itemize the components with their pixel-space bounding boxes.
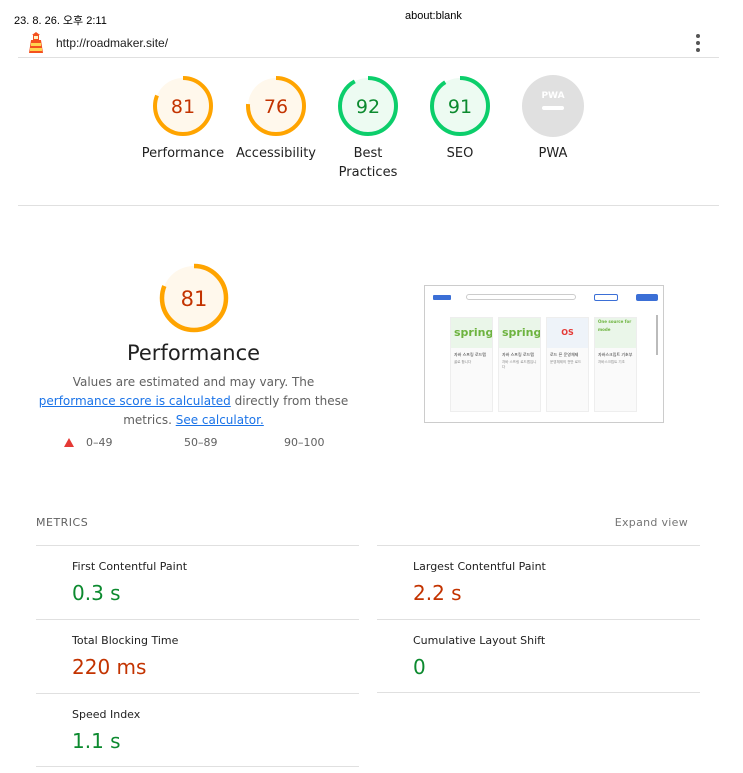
metric-total-blocking-time: Total Blocking Time 220 ms [36, 619, 359, 693]
metric-name: Cumulative Layout Shift [413, 634, 546, 647]
metric-value: 220 ms [72, 655, 147, 679]
card-title: 자바 스프링 로드맵 [454, 352, 486, 357]
metric-name: First Contentful Paint [72, 560, 188, 573]
kebab-menu-icon[interactable] [695, 34, 701, 52]
metric-divider [36, 766, 359, 767]
screenshot-card: spring 자바 스프링 로드맵 골로 합니다 [450, 317, 493, 412]
screenshot-content: spring 자바 스프링 로드맵 골로 합니다 spring 자바 스프링 로… [430, 289, 658, 422]
screenshot-scrollbar [656, 315, 658, 355]
gauge-score: 81 [171, 96, 195, 118]
card-sub: 자바 스프링 로드맵입니다 [502, 360, 537, 369]
see-calculator-link[interactable]: See calculator. [176, 413, 264, 427]
gauge-best-practices[interactable]: 92 Best Practices [320, 75, 416, 182]
metric-value: 0.3 s [72, 581, 121, 605]
performance-description: Values are estimated and may vary. The p… [36, 373, 351, 430]
gauge-ring: 92 [338, 76, 398, 136]
card-title: 로드 픈 운영체제 [550, 352, 579, 357]
lighthouse-icon [29, 32, 43, 53]
gauge-ring: 76 [246, 76, 306, 136]
print-title: about:blank [405, 10, 462, 22]
metric-cumulative-layout-shift: Cumulative Layout Shift 0 [377, 619, 700, 693]
performance-gauge: 81 [159, 263, 228, 333]
gauge-label: PWA [538, 146, 568, 161]
gauge-score: 92 [356, 96, 380, 118]
legend-pass-range: 90–100 [284, 436, 325, 449]
category-gauges: 81 Performance 76 Accessibility 92 Best … [130, 75, 610, 195]
card-image: One source for mode [595, 318, 636, 348]
metric-first-contentful-paint: First Contentful Paint 0.3 s [36, 545, 359, 619]
card-image: spring [499, 318, 540, 348]
performance-summary: 81 Performance Values are estimated and … [36, 263, 351, 430]
report-url[interactable]: http://roadmaker.site/ [56, 36, 168, 50]
performance-title: Performance [126, 341, 261, 365]
gauge-score: 91 [448, 96, 472, 118]
site-signup-button [636, 294, 658, 301]
metric-value: 2.2 s [413, 581, 462, 605]
screenshot-card: OS 로드 픈 운영체제 운영체제의 전반 로드 [546, 317, 589, 412]
metric-largest-contentful-paint: Largest Contentful Paint 2.2 s [377, 545, 700, 619]
card-sub: 자바스크립트 기초 [598, 360, 625, 364]
print-date: 23. 8. 26. 오후 2:11 [14, 15, 107, 27]
site-search-bar [466, 294, 576, 300]
card-image: OS [547, 318, 588, 348]
metric-value: 0 [413, 655, 426, 679]
legend-average-range: 50–89 [184, 436, 218, 449]
legend-average: 50–89 [184, 436, 218, 449]
legend-fail: 0–49 [64, 436, 113, 449]
metrics-header: METRICS Expand view [36, 516, 688, 532]
gauge-label: Accessibility [236, 146, 316, 161]
card-title: 자바 스프링 로드맵 [502, 352, 534, 357]
gauge-performance[interactable]: 81 Performance [135, 75, 231, 163]
site-nav-button [594, 294, 618, 301]
gauge-accessibility[interactable]: 76 Accessibility [228, 75, 324, 163]
metric-divider [377, 692, 700, 693]
metric-speed-index: Speed Index 1.1 s [36, 693, 359, 767]
desc-text: Values are estimated and may vary. The [72, 375, 315, 389]
print-header: 23. 8. 26. 오후 2:11 about:blank [0, 0, 743, 30]
gauge-ring: 91 [430, 76, 490, 136]
report-topbar: http://roadmaker.site/ [18, 28, 719, 58]
pwa-badge-text: PWA [541, 91, 564, 101]
section-divider [18, 205, 719, 206]
legend-fail-range: 0–49 [86, 436, 113, 449]
performance-score-link[interactable]: performance score is calculated [39, 394, 231, 408]
screenshot-card: spring 자바 스프링 로드맵 자바 스프링 로드맵입니다 [498, 317, 541, 412]
expand-view-toggle[interactable]: Expand view [615, 516, 688, 529]
gauge-score: 76 [264, 96, 288, 118]
page-screenshot[interactable]: spring 자바 스프링 로드맵 골로 합니다 spring 자바 스프링 로… [424, 285, 664, 423]
performance-score: 81 [180, 287, 207, 311]
legend-pass: 90–100 [284, 436, 325, 449]
score-legend: 0–49 50–89 90–100 [58, 436, 338, 452]
gauge-label: Performance [141, 146, 225, 161]
metric-name: Total Blocking Time [72, 634, 179, 647]
site-logo [433, 295, 451, 300]
gauge-label: Best Practices [338, 146, 398, 180]
fail-triangle-icon [64, 438, 74, 447]
card-sub: 골로 합니다 [454, 360, 472, 364]
metric-value: 1.1 s [72, 729, 121, 753]
card-sub: 운영체제의 전반 로드 [550, 360, 582, 364]
gauge-seo[interactable]: 91 SEO [412, 75, 508, 163]
gauge-pwa[interactable]: PWA PWA [505, 75, 601, 163]
gauge-ring: 81 [153, 76, 213, 136]
metric-name: Speed Index [72, 708, 141, 721]
screenshot-card: One source for mode 자바스크립트 기초부 자바스크립트 기초 [594, 317, 637, 412]
card-image: spring [451, 318, 492, 348]
metrics-title: METRICS [36, 516, 89, 529]
gauge-label: SEO [446, 146, 474, 161]
card-title: 자바스크립트 기초부 [598, 352, 633, 357]
metric-name: Largest Contentful Paint [413, 560, 546, 573]
pwa-badge-icon: PWA [522, 75, 584, 137]
